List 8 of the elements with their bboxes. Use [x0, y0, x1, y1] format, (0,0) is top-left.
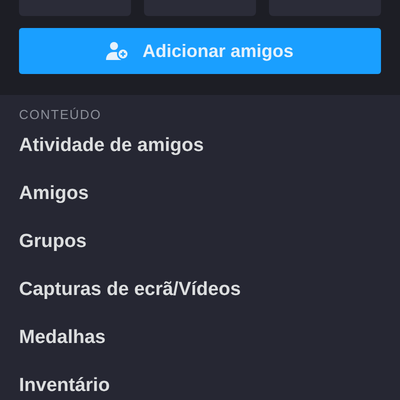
section-heading: CONTEÚDO: [19, 106, 102, 124]
add-user-icon: [106, 41, 130, 61]
menu-item[interactable]: Capturas de ecrã/Vídeos: [19, 276, 241, 304]
menu-item[interactable]: Amigos: [19, 180, 89, 208]
menu-item[interactable]: Grupos: [19, 228, 87, 256]
menu-item[interactable]: Atividade de amigos: [19, 132, 204, 160]
menu-item[interactable]: Medalhas: [19, 324, 106, 352]
menu-item[interactable]: Inventário: [19, 372, 110, 400]
